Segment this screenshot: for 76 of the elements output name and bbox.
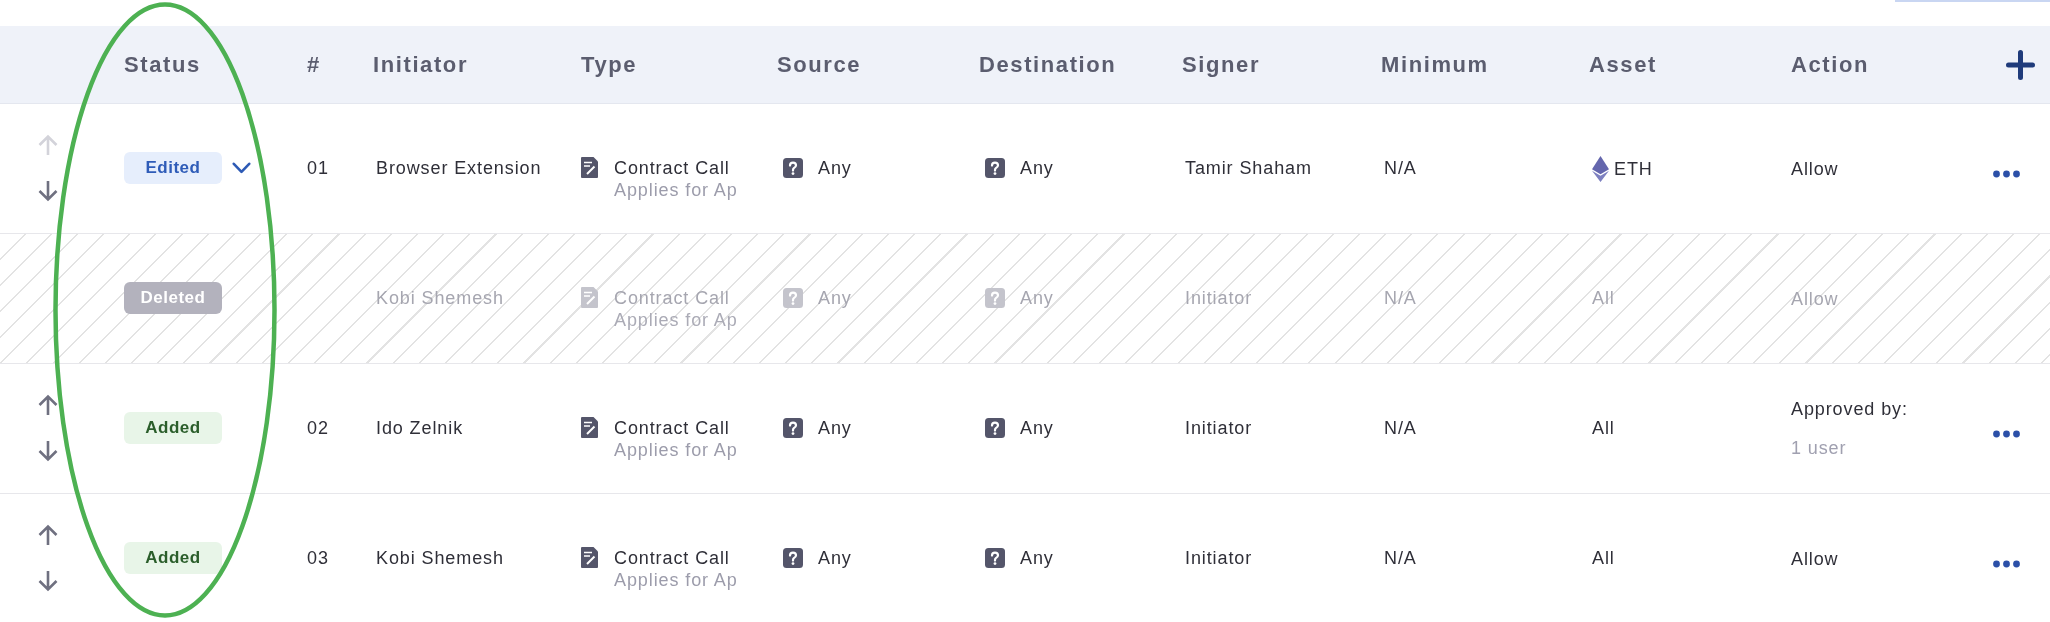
arrow-down-icon[interactable]	[36, 439, 60, 463]
action-detail: 1 user	[1791, 437, 1847, 460]
source-value: Any	[818, 287, 852, 310]
type-label: Contract Call	[614, 157, 731, 180]
status-badge: Added	[124, 412, 222, 444]
type-description: Applies for Ap	[614, 440, 738, 460]
status-badge: Edited	[124, 152, 222, 184]
minimum-value: N/A	[1384, 548, 1417, 568]
signer-name: Initiator	[1185, 418, 1253, 438]
column-header: #	[307, 51, 321, 77]
question-mark-icon	[783, 418, 803, 438]
more-icon[interactable]	[1993, 170, 2020, 178]
destination-value: Any	[1020, 417, 1054, 440]
question-mark-icon	[985, 288, 1005, 308]
action-label: Allow	[1791, 157, 1839, 181]
destination-value: Any	[1020, 157, 1054, 180]
action-label: Approved by:	[1791, 398, 1908, 421]
arrow-down-icon[interactable]	[36, 179, 60, 203]
signer-name: Initiator	[1185, 548, 1253, 568]
arrow-up-icon[interactable]	[36, 523, 60, 547]
plus-icon[interactable]	[2006, 49, 2035, 80]
document-icon	[581, 287, 598, 308]
column-header: Source	[777, 51, 862, 77]
action-label: Allow	[1791, 547, 1839, 571]
minimum-value: N/A	[1384, 288, 1417, 308]
rule-number: 02	[307, 418, 329, 438]
initiator-name: Kobi Shemesh	[376, 548, 504, 568]
column-header: Action	[1791, 51, 1870, 77]
asset-name: All	[1592, 287, 1615, 310]
minimum-value: N/A	[1384, 158, 1417, 178]
status-badge: Added	[124, 542, 222, 574]
source-value: Any	[818, 417, 852, 440]
type-label: Contract Call	[614, 547, 731, 570]
asset-name: All	[1592, 547, 1615, 570]
column-header: Minimum	[1381, 51, 1489, 77]
initiator-name: Browser Extension	[376, 158, 542, 178]
source-value: Any	[818, 547, 852, 570]
signer-name: Tamir Shaham	[1185, 158, 1312, 178]
asset-name: All	[1592, 417, 1615, 440]
column-header: Type	[581, 51, 638, 77]
document-icon	[581, 547, 598, 568]
rule-number: 03	[307, 548, 329, 568]
column-header: Asset	[1589, 51, 1657, 77]
arrow-up-icon[interactable]	[36, 393, 60, 417]
minimum-value: N/A	[1384, 418, 1417, 438]
type-label: Contract Call	[614, 417, 731, 440]
type-description: Applies for Ap	[614, 570, 738, 590]
action-label: Allow	[1791, 287, 1839, 311]
chevron-down-icon[interactable]	[232, 162, 251, 174]
type-label: Contract Call	[614, 287, 731, 310]
destination-value: Any	[1020, 287, 1054, 310]
destination-value: Any	[1020, 547, 1054, 570]
column-header: Initiator	[373, 51, 469, 77]
document-icon	[581, 157, 598, 178]
asset-name: ETH	[1614, 158, 1653, 181]
initiator-name: Ido Zelnik	[376, 418, 464, 438]
type-description: Applies for Ap	[614, 180, 738, 200]
question-mark-icon	[985, 158, 1005, 178]
more-icon[interactable]	[1993, 430, 2020, 438]
question-mark-icon	[783, 158, 803, 178]
document-icon	[581, 417, 598, 438]
rule-number: 01	[307, 158, 329, 178]
source-value: Any	[818, 157, 852, 180]
question-mark-icon	[985, 418, 1005, 438]
question-mark-icon	[783, 548, 803, 568]
question-mark-icon	[783, 288, 803, 308]
type-description: Applies for Ap	[614, 310, 738, 330]
more-icon[interactable]	[1993, 560, 2020, 568]
column-header: Signer	[1182, 51, 1261, 77]
question-mark-icon	[985, 548, 1005, 568]
status-badge: Deleted	[124, 282, 222, 314]
arrow-down-icon[interactable]	[36, 569, 60, 593]
column-header: Status	[124, 51, 201, 77]
column-header: Destination	[979, 51, 1117, 77]
signer-name: Initiator	[1185, 288, 1253, 308]
initiator-name: Kobi Shemesh	[376, 288, 504, 308]
